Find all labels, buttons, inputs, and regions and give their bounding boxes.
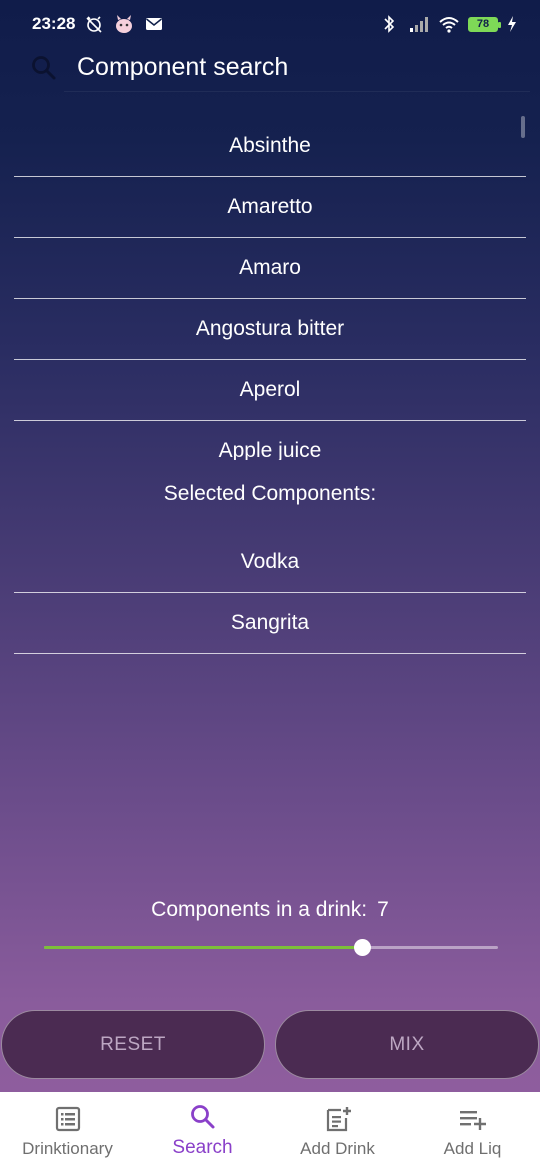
search-icon <box>30 54 58 82</box>
slider-thumb[interactable] <box>354 939 371 956</box>
mix-button[interactable]: MIX <box>275 1010 539 1079</box>
search-icon <box>188 1102 218 1132</box>
nav-item-add-liq[interactable]: Add Liq <box>405 1092 540 1170</box>
components-count: Components in a drink: 7 <box>0 898 540 922</box>
slider-fill <box>44 946 362 949</box>
alarm-off-icon <box>83 14 105 34</box>
selected-item[interactable]: Sangrita <box>14 593 526 654</box>
search-input[interactable] <box>64 44 530 92</box>
nav-label: Drinktionary <box>22 1139 113 1158</box>
components-count-value: 7 <box>377 898 389 921</box>
nav-item-add-drink[interactable]: Add Drink <box>270 1092 405 1170</box>
mail-icon <box>143 14 165 34</box>
list-item[interactable]: Apple juice <box>14 421 526 460</box>
search-bar <box>0 44 540 92</box>
component-list[interactable]: Absinthe Amaretto Amaro Angostura bitter… <box>14 116 526 460</box>
signal-icon <box>408 14 430 34</box>
list-item[interactable]: Angostura bitter <box>14 299 526 360</box>
battery-icon: 78 <box>468 16 501 32</box>
battery-level: 78 <box>476 18 490 30</box>
components-slider[interactable] <box>44 935 498 959</box>
status-bar: 23:28 78 <box>0 0 540 48</box>
playlist-add-icon <box>458 1104 488 1134</box>
charging-icon <box>506 14 518 34</box>
app-notification-icon <box>113 14 135 34</box>
wifi-icon <box>438 14 460 34</box>
components-count-label: Components in a drink: <box>151 898 368 921</box>
selected-components-title: Selected Components: <box>163 482 377 505</box>
bottom-navigation: Drinktionary Search Add Drink Add Liq <box>0 1092 540 1170</box>
note-add-icon <box>323 1104 353 1134</box>
selected-components-list: Vodka Sangrita <box>14 532 526 654</box>
nav-item-drinktionary[interactable]: Drinktionary <box>0 1092 135 1170</box>
reset-button[interactable]: RESET <box>1 1010 265 1079</box>
nav-label: Search <box>172 1137 233 1158</box>
list-icon <box>53 1104 83 1134</box>
list-item[interactable]: Aperol <box>14 360 526 421</box>
nav-label: Add Drink <box>300 1139 375 1158</box>
nav-item-search[interactable]: Search <box>135 1092 270 1170</box>
status-time: 23:28 <box>32 14 76 33</box>
list-item[interactable]: Amaro <box>14 238 526 299</box>
selected-item[interactable]: Vodka <box>14 532 526 593</box>
bluetooth-icon <box>378 14 400 34</box>
nav-label: Add Liq <box>443 1139 502 1158</box>
list-item[interactable]: Absinthe <box>14 116 526 177</box>
list-item[interactable]: Amaretto <box>14 177 526 238</box>
scrollbar[interactable] <box>521 116 525 138</box>
